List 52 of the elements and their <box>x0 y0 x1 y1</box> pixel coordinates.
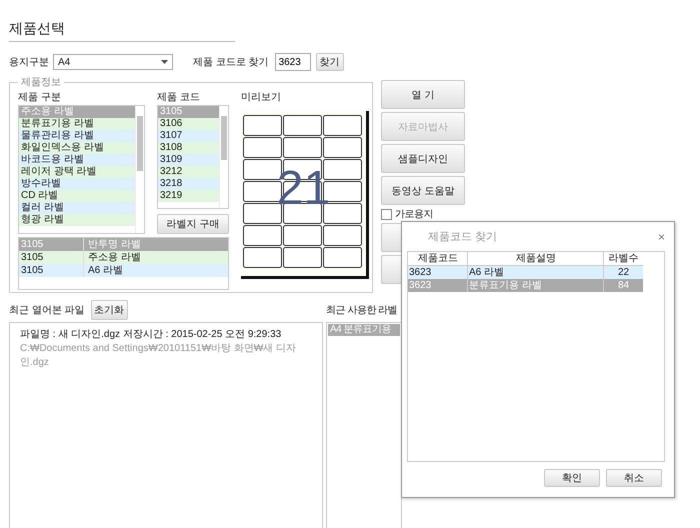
table-row[interactable]: 3105 A6 라벨 <box>19 264 228 277</box>
dialog-title: 제품코드 찾기 <box>428 230 498 244</box>
reset-button[interactable]: 초기화 <box>90 300 128 320</box>
action-button[interactable]: 열 기 <box>381 80 465 109</box>
category-item[interactable]: 방수라벨 <box>19 178 135 190</box>
column-header: 제품 구분 <box>18 91 62 105</box>
code-search-label: 제품 코드로 찾기 <box>193 56 269 69</box>
action-button[interactable]: 샘플디자인 <box>381 144 465 173</box>
code-item[interactable]: 3219 <box>158 190 219 202</box>
action-button[interactable]: 동영상 도움말 <box>381 176 465 205</box>
checkbox[interactable] <box>381 208 392 220</box>
table-row[interactable]: 3105 주소용 라벨 <box>19 251 228 264</box>
scrollbar[interactable] <box>219 106 228 208</box>
recent-labels-label: 최근 사용한 라벨 <box>326 304 398 317</box>
code-item[interactable]: 3109 <box>158 154 219 166</box>
code-search-field[interactable]: 3623 <box>274 53 311 71</box>
category-item[interactable]: 컬러 라벨 <box>19 202 135 214</box>
preview-label: 미리보기 <box>241 91 282 105</box>
dialog-button[interactable]: 확인 <box>544 469 600 487</box>
code-item[interactable]: 3106 <box>158 118 219 130</box>
find-button[interactable]: 찾기 <box>316 53 344 71</box>
column-header: 제품코드 <box>408 252 468 265</box>
column-header: 라벨수 <box>608 252 640 265</box>
category-item[interactable]: 분류표기용 라벨 <box>19 118 135 130</box>
paper-label: 용지구분 <box>9 56 49 69</box>
code-item[interactable]: 3108 <box>158 142 219 154</box>
file-path: C:₩Documents and Settings₩20101151₩바탕 화면₩새 디자인.dgz <box>20 342 298 369</box>
close-button[interactable]: × <box>658 230 665 244</box>
code-item[interactable]: 3218 <box>158 178 219 190</box>
category-list[interactable]: 주소용 라벨 분류표기용 라벨 물류관리용 라벨 화일인덱스용 라벨 바코드용 라벨 레이저 광택 라벨 방수라벨 CD 라벨 컬러 라벨 형광 라벨 <box>18 105 145 234</box>
recent-files-label: 최근 열어본 파일 <box>9 304 85 317</box>
paper-dropdown[interactable]: A4 <box>53 54 173 70</box>
scrollbar[interactable] <box>135 106 144 233</box>
column-header: 제품 코드 <box>157 91 201 105</box>
buy-labels-button[interactable]: 라벨지 구매 <box>157 214 229 234</box>
category-item[interactable]: 바코드용 라벨 <box>19 154 135 166</box>
category-item[interactable]: 화일인덱스용 라벨 <box>19 142 135 154</box>
code-list[interactable]: 3105 3106 3107 3108 3109 3212 3218 3219 <box>157 105 229 209</box>
category-item[interactable]: 형광 라벨 <box>19 214 135 226</box>
category-item[interactable]: 레이저 광택 라벨 <box>19 166 135 178</box>
caret-icon <box>161 60 168 64</box>
file-info[interactable]: 파일명 : 새 디자인.dgz 저장시간 : 2015-02-25 오전 9:29:33 <box>20 327 312 341</box>
group-legend: 제품정보 <box>18 75 64 89</box>
column-header: 제품설명 <box>468 252 604 265</box>
code-item[interactable]: 3107 <box>158 130 219 142</box>
checkbox-label: 가로용지 <box>395 208 433 221</box>
category-item[interactable]: CD 라벨 <box>19 190 135 202</box>
dialog-button[interactable]: 취소 <box>606 469 662 487</box>
table-row[interactable]: 3623 A6 라벨 22 <box>408 266 643 279</box>
code-item[interactable]: 3212 <box>158 166 219 178</box>
page-title: 제품선택 <box>9 20 235 42</box>
category-item[interactable]: 물류관리용 라벨 <box>19 130 135 142</box>
